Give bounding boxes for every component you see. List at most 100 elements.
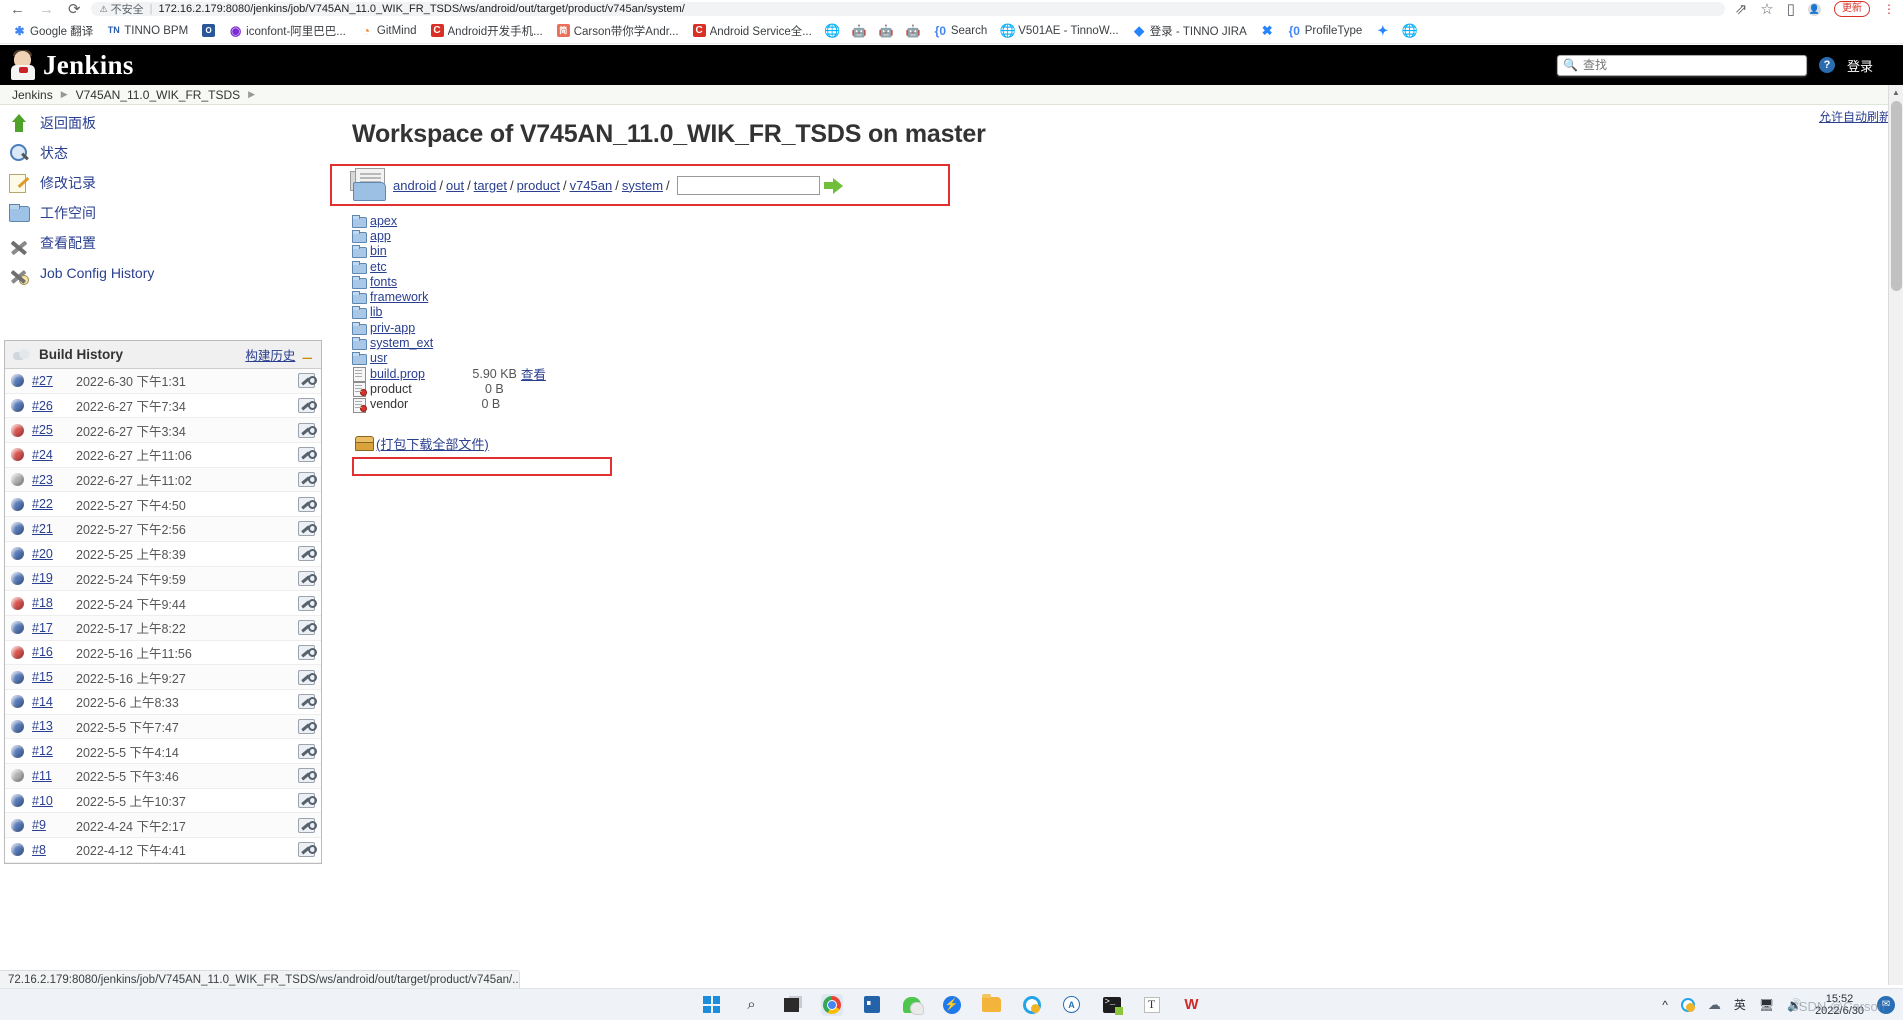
build-history-row[interactable]: #11 2022-5-5 下午3:46 [5, 764, 321, 789]
bookmark-item[interactable]: {0 Search [927, 22, 994, 39]
sidebar-item-1[interactable]: 返回面板 [0, 108, 325, 138]
taskbar-explorer[interactable] [981, 994, 1003, 1016]
scrollbar-thumb[interactable] [1891, 101, 1902, 291]
build-history-row[interactable]: #20 2022-5-25 上午8:39 [5, 542, 321, 567]
build-history-row[interactable]: #22 2022-5-27 下午4:50 [5, 492, 321, 518]
update-button[interactable]: 更新 [1834, 1, 1870, 17]
bookmark-item[interactable]: {0 ProfileType [1281, 22, 1370, 39]
taskbar-store[interactable] [861, 994, 883, 1016]
file-name-link[interactable]: app [370, 229, 391, 243]
bookmark-item[interactable]: ◉ iconfont-阿里巴巴... [222, 21, 353, 41]
reload-icon[interactable]: ⟳ [68, 2, 81, 17]
console-output-icon[interactable] [298, 817, 317, 833]
bookmark-item[interactable]: 🤖 [873, 22, 900, 39]
notification-icon[interactable]: ✉ [1877, 995, 1895, 1014]
bookmark-item[interactable]: TN TINNO BPM [100, 22, 195, 39]
taskbar-search[interactable]: ⌕ [741, 994, 763, 1016]
green-arrow-go-icon[interactable] [823, 177, 844, 194]
build-number-link[interactable]: #27 [32, 374, 76, 388]
build-number-link[interactable]: #8 [32, 843, 76, 857]
bookmark-item[interactable]: ✦ [1369, 22, 1396, 39]
file-name-link[interactable]: apex [370, 214, 397, 228]
sidebar-item-6[interactable]: Job Config History [0, 258, 325, 288]
share-icon[interactable]: ⇗ [1735, 2, 1748, 17]
bookmark-item[interactable]: C Android Service全... [686, 21, 819, 41]
taskbar-qq[interactable] [1021, 994, 1043, 1016]
build-number-link[interactable]: #23 [32, 473, 76, 487]
file-name-link[interactable]: fonts [370, 275, 397, 289]
bookmark-item[interactable]: 🤖 [846, 22, 873, 39]
bookmark-item[interactable]: 简 Carson带你学Andr... [550, 21, 686, 41]
console-output-icon[interactable] [298, 496, 317, 512]
console-output-icon[interactable] [298, 768, 317, 784]
jenkins-logo-link[interactable]: Jenkins [0, 50, 134, 81]
build-history-row[interactable]: #21 2022-5-27 下午2:56 [5, 517, 321, 542]
file-row[interactable]: system_ext [352, 335, 1530, 351]
build-history-row[interactable]: #9 2022-4-24 下午2:17 [5, 813, 321, 839]
taskbar-android-studio[interactable]: A [1061, 994, 1083, 1016]
search-input[interactable] [1580, 57, 1801, 73]
build-history-row[interactable]: #12 2022-5-5 下午4:14 [5, 739, 321, 764]
build-history-row[interactable]: #25 2022-6-27 下午3:34 [5, 418, 321, 444]
not-secure-badge[interactable]: ⚠ 不安全 [100, 2, 144, 17]
taskbar-wps[interactable]: W [1181, 994, 1203, 1016]
sidebar-item-5[interactable]: 查看配置 [0, 228, 325, 258]
file-name-link[interactable]: usr [370, 351, 387, 365]
console-output-icon[interactable] [298, 694, 317, 710]
build-history-row[interactable]: #15 2022-5-16 上午9:27 [5, 665, 321, 690]
file-row[interactable]: apex [352, 213, 1530, 228]
build-number-link[interactable]: #22 [32, 497, 76, 511]
address-bar[interactable]: ⚠ 不安全 | 172.16.2.179:8080/jenkins/job/V7… [90, 2, 1725, 17]
file-row[interactable]: framework [352, 289, 1530, 305]
console-output-icon[interactable] [298, 570, 317, 586]
bookmark-item[interactable]: O [195, 22, 222, 39]
bookmark-star-icon[interactable]: ☆ [1760, 2, 1773, 17]
console-output-icon[interactable] [298, 793, 317, 809]
file-row[interactable]: app [352, 228, 1530, 243]
taskbar-wechat[interactable] [901, 994, 924, 1016]
build-number-link[interactable]: #18 [32, 596, 76, 610]
sidebar-item-2[interactable]: 状态 [0, 138, 325, 168]
kebab-menu-icon[interactable]: ⋮ [1883, 2, 1895, 16]
file-row[interactable]: lib [352, 305, 1530, 320]
file-name-link[interactable]: bin [370, 244, 387, 258]
jenkins-search-box[interactable]: 🔍 [1556, 54, 1807, 76]
build-number-link[interactable]: #25 [32, 423, 76, 437]
sidebar-item-4[interactable]: 工作空间 [0, 198, 325, 228]
file-name-link[interactable]: framework [370, 290, 428, 304]
build-history-row[interactable]: #8 2022-4-12 下午4:41 [5, 838, 321, 863]
build-history-row[interactable]: #14 2022-5-6 上午8:33 [5, 690, 321, 715]
file-row[interactable]: etc [352, 259, 1530, 274]
file-row[interactable]: fonts [352, 274, 1530, 289]
build-number-link[interactable]: #10 [32, 794, 76, 808]
path-segment-out[interactable]: out [446, 178, 464, 193]
build-number-link[interactable]: #12 [32, 744, 76, 758]
build-history-row[interactable]: #16 2022-5-16 上午11:56 [5, 641, 321, 666]
scroll-up-icon[interactable]: ▲ [1889, 85, 1903, 100]
bookmark-item[interactable]: 🌐 V501AE - TinnoW... [994, 22, 1125, 39]
console-output-icon[interactable] [298, 718, 317, 734]
path-segment-system[interactable]: system [622, 178, 663, 193]
breadcrumb-item[interactable]: V745AN_11.0_WIK_FR_TSDS [68, 88, 249, 102]
page-scrollbar[interactable]: ▲ [1888, 85, 1903, 985]
file-name-link[interactable]: lib [370, 305, 383, 319]
login-link[interactable]: 登录 [1847, 56, 1873, 75]
path-filter-input[interactable] [676, 175, 820, 195]
breadcrumb-item[interactable]: Jenkins [4, 88, 61, 102]
file-name-link[interactable]: build.prop [370, 367, 425, 381]
build-number-link[interactable]: #19 [32, 571, 76, 585]
build-number-link[interactable]: #15 [32, 670, 76, 684]
file-name-link[interactable]: priv-app [370, 321, 415, 335]
task-view-button[interactable] [781, 994, 803, 1016]
taskbar-clock[interactable]: 15:52 2022/6/30 [1815, 993, 1864, 1017]
console-output-icon[interactable] [298, 620, 317, 636]
build-history-row[interactable]: #18 2022-5-24 下午9:44 [5, 591, 321, 616]
build-history-row[interactable]: #24 2022-6-27 上午11:06 [5, 443, 321, 468]
build-history-row[interactable]: #19 2022-5-24 下午9:59 [5, 566, 321, 592]
file-row[interactable]: priv-app [352, 320, 1530, 335]
file-row[interactable]: bin [352, 244, 1530, 259]
bookmark-item[interactable]: C Android开发手机... [424, 21, 550, 41]
file-row[interactable]: vendor 0 B [352, 397, 1530, 413]
path-segment-product[interactable]: product [517, 178, 560, 193]
bookmark-item[interactable]: ✱ Google 翻译 [6, 21, 100, 41]
